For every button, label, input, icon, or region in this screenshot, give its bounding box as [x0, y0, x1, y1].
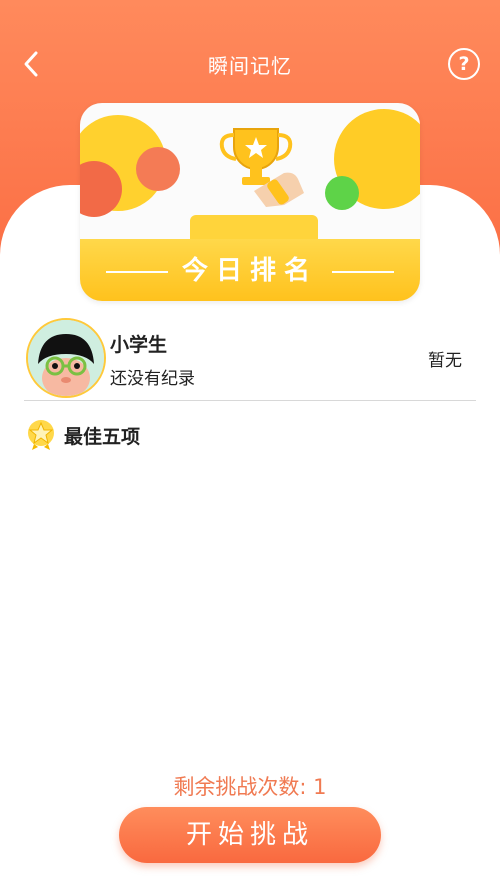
banner-line-right [332, 270, 394, 273]
ranking-banner[interactable]: 今日排名 [80, 103, 420, 301]
avatar-illustration [28, 320, 104, 396]
record-status: 还没有纪录 [110, 369, 195, 389]
user-profile-row: 小学生 还没有纪录 暂无 [24, 316, 476, 400]
help-button[interactable]: ? [448, 48, 480, 80]
avatar[interactable] [26, 318, 106, 398]
page-title: 瞬间记忆 [208, 54, 292, 78]
banner-title-row: 今日排名 [80, 250, 420, 287]
remaining-attempts: 剩余挑战次数: 1 [173, 775, 327, 799]
top-bar: 瞬间记忆 ? [0, 40, 500, 88]
divider [24, 400, 476, 401]
trophy-icon [219, 128, 304, 207]
star-badge-icon [28, 420, 54, 450]
start-challenge-button[interactable]: 开始挑战 [119, 807, 381, 863]
user-name: 小学生 [110, 334, 168, 356]
rank-value: 暂无 [428, 351, 462, 371]
best-five-label: 最佳五项 [64, 426, 141, 448]
page: 瞬间记忆 ? 今日排名 小学生 还没有纪录 暂无 最佳五项 剩余挑战次数: 1 … [0, 0, 500, 889]
banner-title: 今日排名 [181, 256, 318, 286]
banner-line-left [105, 270, 168, 273]
